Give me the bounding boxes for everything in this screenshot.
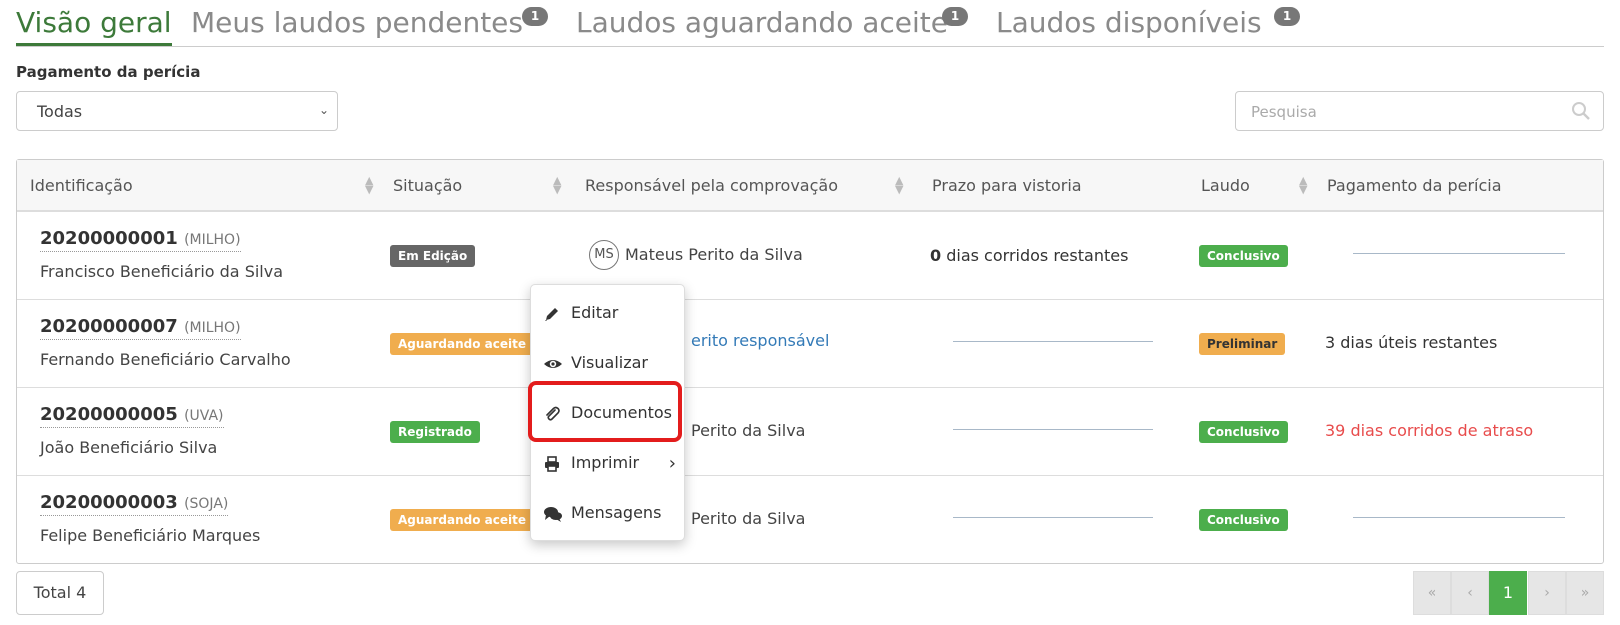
pencil-icon xyxy=(543,305,561,327)
search-placeholder: Pesquisa xyxy=(1251,103,1317,121)
table-row[interactable]: 20200000001 (MILHO) Francisco Beneficiár… xyxy=(17,212,1603,300)
tab-pending[interactable]: Meus laudos pendentes xyxy=(191,6,523,39)
header-identification[interactable]: Identificação xyxy=(30,176,133,195)
deadline-text: dias corridos restantes xyxy=(941,246,1129,265)
menu-item-label: Mensagens xyxy=(571,503,662,522)
row-deadline: 0 dias corridos restantes xyxy=(930,246,1128,265)
row-id: 20200000003 xyxy=(40,492,178,513)
sort-icon[interactable]: ▲ ▼ xyxy=(553,175,561,195)
tab-awaiting[interactable]: Laudos aguardando aceite xyxy=(576,6,948,39)
menu-item-label: Imprimir xyxy=(571,453,640,472)
sort-icon[interactable]: ▲ ▼ xyxy=(1299,175,1307,195)
empty-value-line xyxy=(1353,253,1565,254)
status-badge: Registrado xyxy=(390,421,480,443)
row-id: 20200000005 xyxy=(40,404,178,425)
row-beneficiary: João Beneficiário Silva xyxy=(40,438,218,457)
row-beneficiary: Fernando Beneficiário Carvalho xyxy=(40,350,291,369)
header-responsible[interactable]: Responsável pela comprovação xyxy=(585,176,838,195)
row-crop: (MILHO) xyxy=(184,320,241,336)
header-status[interactable]: Situação xyxy=(393,176,462,195)
empty-value-line xyxy=(953,517,1153,518)
table-row[interactable]: 20200000005 (UVA) João Beneficiário Silv… xyxy=(17,388,1603,476)
table-row[interactable]: 20200000007 (MILHO) Fernando Beneficiári… xyxy=(17,300,1603,388)
status-badge: Aguardando aceite xyxy=(390,333,535,355)
pagination-first[interactable]: « xyxy=(1413,571,1451,615)
available-count-badge: 1 xyxy=(1274,7,1300,26)
sort-icon[interactable]: ▲ ▼ xyxy=(365,175,373,195)
report-badge: Conclusivo xyxy=(1199,509,1288,531)
menu-item-print[interactable]: Imprimir › xyxy=(531,445,684,485)
assign-responsible-link[interactable]: erito responsável xyxy=(691,331,829,350)
menu-item-label: Editar xyxy=(571,303,619,322)
menu-item-view[interactable]: Visualizar xyxy=(531,345,684,385)
row-beneficiary: Felipe Beneficiário Marques xyxy=(40,526,261,545)
chevron-down-icon: ⌄ xyxy=(318,103,329,117)
sort-icon[interactable]: ▲ ▼ xyxy=(895,175,903,195)
table-row[interactable]: 20200000003 (SOJA) Felipe Beneficiário M… xyxy=(17,476,1603,564)
row-responsible: Perito da Silva xyxy=(691,421,806,440)
total-count: Total 4 xyxy=(16,571,104,615)
comments-icon xyxy=(543,505,563,527)
reports-table: Identificação ▲ ▼ Situação ▲ ▼ Responsável… xyxy=(16,159,1604,564)
highlight-box xyxy=(528,381,682,442)
row-identification[interactable]: 20200000005 (UVA) xyxy=(40,404,224,428)
printer-icon xyxy=(543,455,561,477)
report-badge: Conclusivo xyxy=(1199,421,1288,443)
report-badge: Preliminar xyxy=(1199,333,1286,355)
payment-filter-label: Pagamento da perícia xyxy=(16,63,201,81)
row-crop: (MILHO) xyxy=(184,232,241,248)
row-payment: 3 dias úteis restantes xyxy=(1325,333,1498,352)
search-icon xyxy=(1571,101,1591,125)
header-deadline[interactable]: Prazo para vistoria xyxy=(932,176,1082,195)
header-payment[interactable]: Pagamento da perícia xyxy=(1327,176,1502,195)
row-id: 20200000007 xyxy=(40,316,178,337)
header-report[interactable]: Laudo xyxy=(1201,176,1250,195)
pagination-current[interactable]: 1 xyxy=(1489,571,1527,615)
status-badge: Em Edição xyxy=(390,245,476,267)
row-payment: 39 dias corridos de atraso xyxy=(1325,421,1534,440)
payment-filter-select[interactable]: Todas ⌄ xyxy=(16,91,338,131)
empty-value-line xyxy=(1353,517,1565,518)
empty-value-line xyxy=(953,429,1153,430)
pagination-next[interactable]: › xyxy=(1528,571,1566,615)
tab-bar: Visão geral Meus laudos pendentes 1 Laud… xyxy=(16,0,1604,47)
row-identification[interactable]: 20200000001 (MILHO) xyxy=(40,228,241,252)
table-header: Identificação ▲ ▼ Situação ▲ ▼ Responsável… xyxy=(17,160,1603,212)
pending-count-badge: 1 xyxy=(522,7,548,26)
menu-item-label: Visualizar xyxy=(571,353,648,372)
pagination: « ‹ 1 › » xyxy=(1413,571,1604,615)
search-input[interactable]: Pesquisa xyxy=(1235,91,1604,131)
empty-value-line xyxy=(953,341,1153,342)
deadline-number: 0 xyxy=(930,246,942,265)
report-badge: Conclusivo xyxy=(1199,245,1288,267)
avatar: MS xyxy=(589,240,619,270)
row-responsible: Perito da Silva xyxy=(691,509,806,528)
active-tab-indicator xyxy=(16,43,172,46)
tab-overview[interactable]: Visão geral xyxy=(16,6,172,39)
pagination-prev[interactable]: ‹ xyxy=(1451,571,1489,615)
row-id: 20200000001 xyxy=(40,228,178,249)
pagination-last[interactable]: » xyxy=(1566,571,1604,615)
row-crop: (UVA) xyxy=(184,408,224,424)
row-beneficiary: Francisco Beneficiário da Silva xyxy=(40,262,284,281)
menu-item-messages[interactable]: Mensagens xyxy=(531,495,684,535)
row-identification[interactable]: 20200000007 (MILHO) xyxy=(40,316,241,340)
payment-filter-value: Todas xyxy=(37,102,83,121)
chevron-right-icon: › xyxy=(668,453,676,474)
eye-icon xyxy=(543,355,563,377)
row-crop: (SOJA) xyxy=(184,496,229,512)
row-identification[interactable]: 20200000003 (SOJA) xyxy=(40,492,229,516)
awaiting-count-badge: 1 xyxy=(942,7,968,26)
menu-item-edit[interactable]: Editar xyxy=(531,295,684,335)
row-responsible: Mateus Perito da Silva xyxy=(625,245,803,264)
tab-available[interactable]: Laudos disponíveis xyxy=(996,6,1262,39)
status-badge: Aguardando aceite xyxy=(390,509,535,531)
